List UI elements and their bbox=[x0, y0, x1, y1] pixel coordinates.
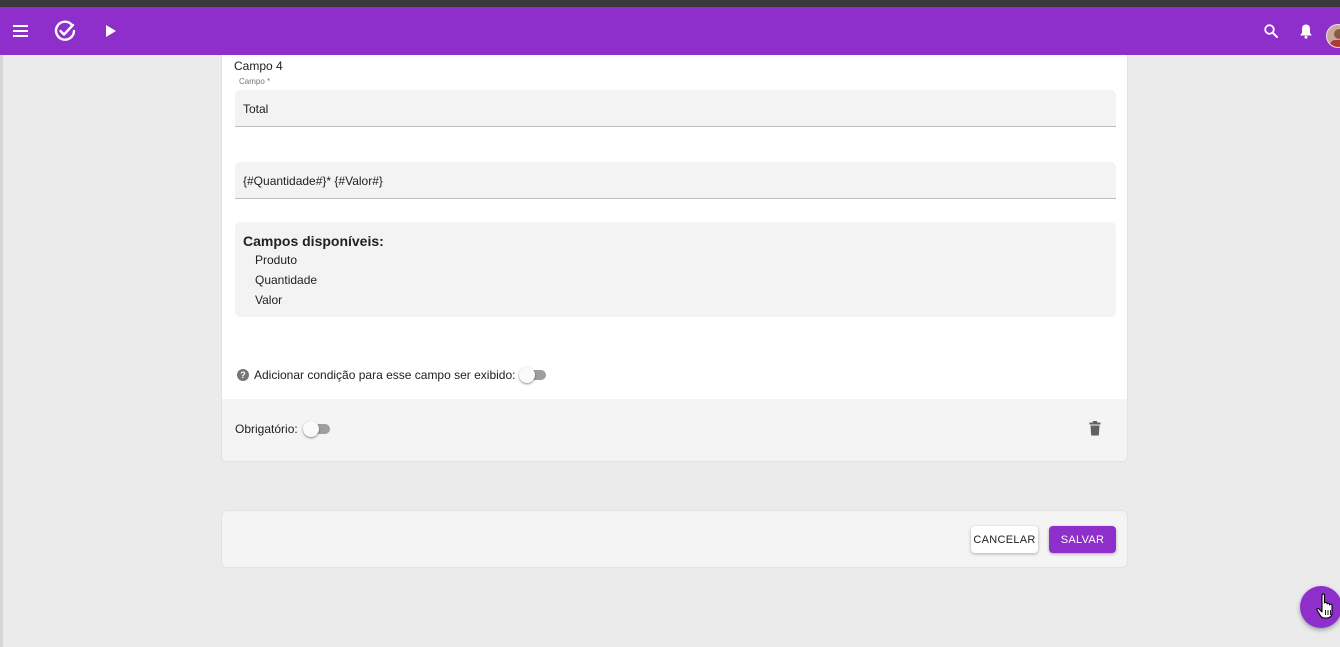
search-icon[interactable] bbox=[1260, 7, 1282, 55]
required-label: Obrigatório: bbox=[235, 422, 298, 436]
pointer-cursor-icon bbox=[1316, 593, 1333, 619]
available-field-item: Valor bbox=[255, 293, 283, 307]
browser-top-strip bbox=[0, 0, 1340, 7]
play-icon[interactable] bbox=[100, 7, 122, 55]
available-fields-box: Campos disponíveis: Produto Quantidade V… bbox=[235, 222, 1116, 317]
available-fields-title: Campos disponíveis: bbox=[243, 233, 384, 249]
formula-input[interactable]: {#Quantidade#}* {#Valor#} bbox=[235, 162, 1116, 199]
check-circle-icon[interactable] bbox=[52, 7, 78, 55]
campo-label: Campo * bbox=[239, 77, 271, 86]
condition-toggle[interactable] bbox=[519, 366, 547, 384]
toggle-thumb bbox=[302, 421, 319, 437]
cancel-button[interactable]: CANCELAR bbox=[971, 526, 1038, 553]
formula-input-value: {#Quantidade#}* {#Valor#} bbox=[243, 174, 383, 188]
menu-icon[interactable] bbox=[8, 7, 34, 55]
floating-action-button[interactable] bbox=[1300, 586, 1340, 628]
left-edge bbox=[0, 55, 3, 647]
campo-input-value: Total bbox=[243, 102, 269, 116]
condition-row: ? Adicionar condição para esse campo ser… bbox=[237, 366, 547, 384]
help-icon[interactable]: ? bbox=[237, 369, 249, 381]
save-button[interactable]: SALVAR bbox=[1049, 526, 1116, 553]
field-card: Campo 4 Campo * Total {#Quantidade#}* {#… bbox=[221, 55, 1128, 462]
available-field-item: Quantidade bbox=[255, 273, 318, 287]
toggle-thumb bbox=[519, 367, 536, 383]
available-field-item: Produto bbox=[255, 253, 298, 267]
required-row: Obrigatório: bbox=[235, 420, 331, 438]
bell-icon[interactable] bbox=[1295, 7, 1317, 55]
required-toggle[interactable] bbox=[302, 420, 331, 438]
campo-input[interactable]: Total bbox=[235, 90, 1116, 127]
avatar[interactable] bbox=[1326, 24, 1340, 48]
app-bar bbox=[0, 7, 1340, 55]
form-actions: CANCELAR SALVAR bbox=[221, 510, 1128, 568]
field-card-title: Campo 4 bbox=[234, 59, 283, 73]
delete-icon[interactable] bbox=[1089, 421, 1101, 441]
condition-label: Adicionar condição para esse campo ser e… bbox=[254, 368, 516, 382]
field-footer: Obrigatório: bbox=[222, 399, 1127, 461]
